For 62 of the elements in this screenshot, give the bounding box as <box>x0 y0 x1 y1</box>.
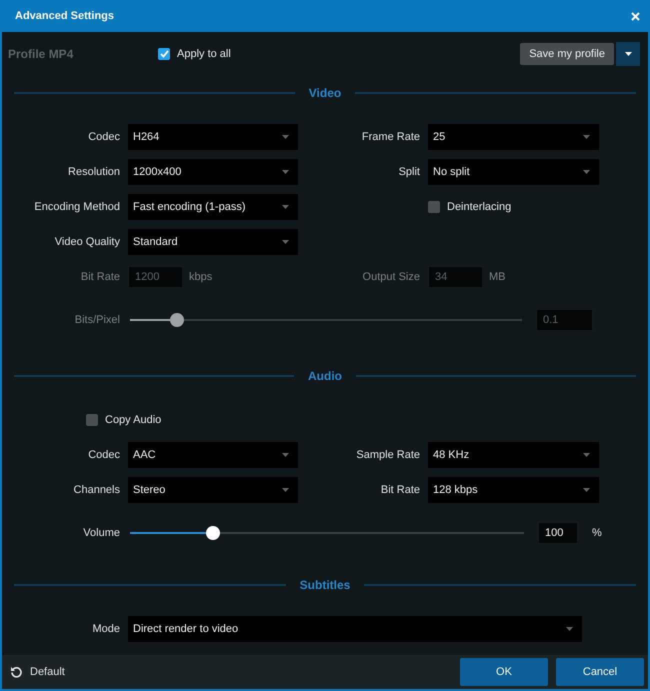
dropdown[interactable]: Standard <box>128 229 298 256</box>
ok-button[interactable]: OK <box>460 658 548 686</box>
caret-icon <box>282 170 289 174</box>
field-label: Codec <box>87 131 120 144</box>
window-title: Advanced Settings <box>15 10 114 22</box>
caret-icon <box>583 170 590 174</box>
slider[interactable] <box>130 312 522 327</box>
caret-icon <box>566 627 573 632</box>
dropdown[interactable]: Stereo <box>128 477 298 504</box>
checkbox[interactable]: Copy Audio <box>86 414 298 426</box>
slider[interactable] <box>130 526 524 540</box>
caret-icon <box>583 453 590 458</box>
caret-icon <box>282 453 289 458</box>
field-label: Output Size <box>362 271 420 284</box>
input-field[interactable]: 100 <box>538 522 578 544</box>
field-label: Resolution <box>67 166 120 178</box>
close-icon[interactable] <box>631 12 640 20</box>
section-title: Audio <box>308 368 342 383</box>
field-label: Split <box>398 166 420 178</box>
section-title: Video <box>308 86 342 100</box>
field-label: Bit Rate <box>380 484 420 496</box>
dropdown[interactable]: AAC <box>128 442 298 468</box>
check-icon <box>160 50 168 58</box>
field-label: Video Quality <box>54 236 120 248</box>
dropdown[interactable]: Direct render to video <box>128 616 582 642</box>
field-label: Frame Rate <box>360 131 420 144</box>
field-label: Volume <box>83 526 120 539</box>
dropdown[interactable]: Fast encoding (1-pass) <box>128 194 298 220</box>
dropdown[interactable]: No split <box>428 159 599 186</box>
apply-to-all-checkbox[interactable]: Apply to all <box>158 48 231 60</box>
caret-icon <box>282 240 289 244</box>
dropdown[interactable]: 48 KHz <box>428 442 599 468</box>
dropdown[interactable]: 25 <box>428 124 599 150</box>
caret-icon <box>583 135 590 140</box>
dropdown[interactable]: H264 <box>128 124 298 150</box>
unit-label: % <box>592 526 602 539</box>
field-label: Bit Rate <box>80 271 120 284</box>
caret-icon <box>624 52 632 56</box>
caret-icon <box>282 135 289 140</box>
caret-icon <box>282 488 289 492</box>
dropdown[interactable]: 1200x400 <box>128 159 298 186</box>
default-button[interactable]: Default <box>10 665 65 678</box>
profile-label: Profile <box>8 46 46 61</box>
dropdown-button[interactable] <box>616 42 640 66</box>
save-profile-button[interactable]: Save my profile <box>520 42 614 65</box>
checkbox[interactable]: Deinterlacing <box>428 201 599 214</box>
profile-value: MP4 <box>48 46 74 61</box>
unit-label: MB <box>489 271 506 284</box>
caret-icon <box>583 488 590 492</box>
field-label: Mode <box>92 623 120 636</box>
field-label: Codec <box>87 449 120 462</box>
unit-label: kbps <box>189 271 212 284</box>
cancel-button[interactable]: Cancel <box>556 658 644 686</box>
dropdown[interactable]: 128 kbps <box>428 477 599 504</box>
slider-thumb[interactable] <box>206 526 220 540</box>
caret-icon <box>282 205 289 210</box>
section-title: Subtitles <box>300 578 350 592</box>
reset-icon <box>10 665 23 678</box>
field-label: Channels <box>72 484 120 496</box>
field-label: Sample Rate <box>355 449 420 462</box>
field-label: Encoding Method <box>33 201 120 214</box>
field-label: Bits/Pixel <box>74 314 120 326</box>
